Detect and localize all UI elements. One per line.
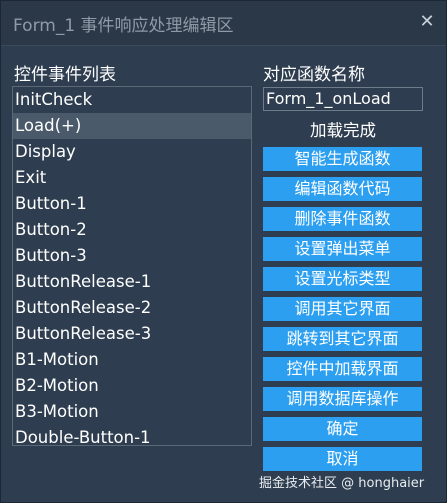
list-item[interactable]: B2-Motion bbox=[13, 373, 251, 399]
cancel-button[interactable]: 取消 bbox=[263, 447, 422, 471]
status-text: 加载完成 bbox=[310, 121, 376, 140]
list-item[interactable]: Display bbox=[13, 139, 251, 165]
delete-event-function-button[interactable]: 删除事件函数 bbox=[263, 207, 422, 231]
close-icon[interactable]: ✕ bbox=[414, 9, 440, 35]
list-item[interactable]: B3-Motion bbox=[13, 399, 251, 425]
events-listbox[interactable]: InitCheck Load(+) Display Exit Button-1 … bbox=[12, 86, 252, 446]
list-item[interactable]: InitCheck bbox=[13, 87, 251, 113]
list-item[interactable]: Double-Button-1 bbox=[13, 425, 251, 445]
watermark-text: 掘金技术社区 @ honghaier bbox=[259, 476, 425, 491]
function-name-label: 对应函数名称 bbox=[263, 65, 365, 85]
list-item[interactable]: B1-Motion bbox=[13, 347, 251, 373]
list-item[interactable]: Exit bbox=[13, 165, 251, 191]
events-list-label: 控件事件列表 bbox=[14, 65, 116, 85]
window-title: Form_1 事件响应处理编辑区 bbox=[13, 16, 234, 36]
database-operation-button[interactable]: 调用数据库操作 bbox=[263, 387, 422, 411]
title-bar[interactable]: Form_1 事件响应处理编辑区 ✕ bbox=[1, 1, 446, 46]
function-name-field[interactable]: Form_1_onLoad bbox=[263, 87, 423, 111]
confirm-button[interactable]: 确定 bbox=[263, 417, 422, 441]
call-other-ui-button[interactable]: 调用其它界面 bbox=[263, 297, 422, 321]
list-item[interactable]: Button-2 bbox=[13, 217, 251, 243]
event-editor-window: Form_1 事件响应处理编辑区 ✕ 控件事件列表 InitCheck Load… bbox=[0, 0, 447, 503]
list-item[interactable]: Button-3 bbox=[13, 243, 251, 269]
list-item[interactable]: ButtonRelease-1 bbox=[13, 269, 251, 295]
edit-function-code-button[interactable]: 编辑函数代码 bbox=[263, 177, 422, 201]
list-item[interactable]: ButtonRelease-2 bbox=[13, 295, 251, 321]
list-item[interactable]: Load(+) bbox=[13, 113, 251, 139]
list-item[interactable]: ButtonRelease-3 bbox=[13, 321, 251, 347]
set-cursor-type-button[interactable]: 设置光标类型 bbox=[263, 267, 422, 291]
set-popup-menu-button[interactable]: 设置弹出菜单 bbox=[263, 237, 422, 261]
generate-function-button[interactable]: 智能生成函数 bbox=[263, 147, 422, 171]
jump-to-other-ui-button[interactable]: 跳转到其它界面 bbox=[263, 327, 422, 351]
load-ui-in-control-button[interactable]: 控件中加载界面 bbox=[263, 357, 422, 381]
list-item[interactable]: Button-1 bbox=[13, 191, 251, 217]
